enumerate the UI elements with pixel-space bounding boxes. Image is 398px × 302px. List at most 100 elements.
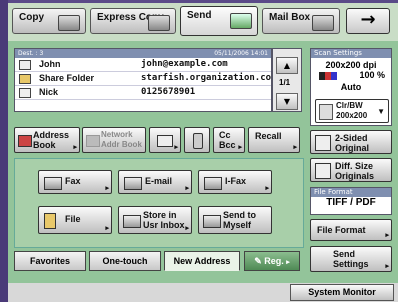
destination-row-nick[interactable]: Nick 0125678901 — [15, 86, 271, 100]
copier-icon — [58, 15, 80, 31]
myself-icon — [203, 215, 221, 228]
destination-row-john[interactable]: John john@example.com — [15, 58, 271, 72]
system-monitor-button[interactable]: System Monitor — [290, 284, 394, 301]
page-icon — [319, 104, 333, 120]
ifax-icon — [204, 177, 222, 190]
copier-ui-screen: Copy Express Copy Send Mail Box → Dest. … — [0, 0, 398, 302]
next-function-button[interactable]: → — [346, 8, 390, 34]
page-indicator: 1/1 — [279, 78, 291, 87]
tab-send-label: Send — [187, 10, 212, 21]
chevron-down-icon: ▼ — [377, 107, 385, 116]
send-to-myself-label: Send to Myself — [223, 210, 256, 230]
diff-size-icon — [315, 163, 331, 179]
destination-name: Share Folder — [39, 73, 95, 83]
more-icon: ▸ — [286, 259, 290, 266]
detail-icon — [157, 135, 173, 147]
color-mode-selector[interactable]: Clr/BW 200x200 ▼ — [315, 99, 389, 123]
tab-mail-box-label: Mail Box — [269, 12, 311, 23]
tab-mail-box[interactable]: Mail Box — [262, 8, 340, 34]
destination-name: Nick — [39, 87, 59, 97]
more-icon: ▸ — [105, 185, 109, 192]
zoom-value: 100 % — [359, 70, 385, 80]
fax-label: Fax — [65, 176, 81, 186]
send-to-myself-button[interactable]: Send to Myself — [198, 206, 272, 234]
file-label: File — [65, 214, 81, 224]
destination-count: Dest. : 3 — [18, 50, 44, 57]
destination-row-share-folder[interactable]: Share Folder starfish.organization.co — [15, 72, 271, 86]
detail-button[interactable]: ▸ — [149, 127, 181, 153]
destination-list: Dest. : 3 05/11/2006 14:01 John john@exa… — [14, 48, 272, 112]
diff-size-label: Diff. Size Originals — [335, 161, 375, 181]
scroll-up-button[interactable]: ▲ — [276, 57, 298, 74]
email-button[interactable]: E-mail ▸ — [118, 170, 192, 194]
tab-express-copy[interactable]: Express Copy — [90, 8, 176, 34]
more-icon: ▸ — [238, 144, 242, 151]
recall-label: Recall — [255, 131, 282, 141]
destination-scroll: ▲ 1/1 ▼ — [272, 48, 302, 112]
tab-send[interactable]: Send — [180, 6, 258, 36]
email-label: E-mail — [145, 176, 173, 186]
file-format-panel: File Format TIFF / PDF — [310, 187, 392, 215]
scroll-down-button[interactable]: ▼ — [276, 93, 298, 110]
diff-size-originals-button[interactable]: Diff. Size Originals — [310, 158, 392, 182]
delete-button[interactable] — [184, 127, 210, 153]
more-icon: ▸ — [385, 263, 389, 270]
more-icon: ▸ — [174, 144, 178, 151]
register-button[interactable]: ✎ Reg. ▸ — [244, 251, 300, 271]
tab-one-touch[interactable]: One-touch — [89, 251, 161, 271]
tab-copy[interactable]: Copy — [12, 8, 86, 34]
file-button[interactable]: File ▸ — [38, 206, 112, 234]
send-settings-button[interactable]: Send Settings ▸ — [310, 246, 392, 272]
book-icon — [18, 135, 32, 147]
file-format-value: TIFF / PDF — [326, 197, 376, 208]
two-sided-original-button[interactable]: 2-Sided Original — [310, 130, 392, 154]
more-icon: ▸ — [265, 185, 269, 192]
store-inbox-button[interactable]: Store in Usr Inbox ▸ — [118, 206, 192, 234]
file-format-button-label: File Format — [317, 225, 366, 235]
cc-bcc-button[interactable]: Cc Bcc ▸ — [213, 127, 245, 153]
send-settings-label: Send Settings — [333, 249, 369, 269]
address-book-label: Address Book — [33, 130, 70, 150]
file-format-button[interactable]: File Format ▸ — [310, 219, 392, 241]
more-icon: ▸ — [185, 225, 189, 232]
network-book-label: Network Addr Book — [101, 130, 142, 149]
network-address-book-button: Network Addr Book — [82, 127, 146, 153]
ifax-label: I-Fax — [225, 176, 247, 186]
tab-copy-label: Copy — [19, 12, 44, 23]
folder-icon — [44, 213, 56, 229]
fax-icon — [19, 88, 31, 98]
copier-icon — [148, 15, 170, 31]
file-format-header: File Format — [311, 188, 391, 197]
destination-list-header: Dest. : 3 05/11/2006 14:01 — [15, 49, 271, 58]
mailbox-icon — [312, 15, 334, 31]
more-icon: ▸ — [73, 144, 77, 151]
color-mode-label: Clr/BW — [336, 101, 363, 110]
date-time: 05/11/2006 14:01 — [214, 50, 268, 57]
folder-icon — [19, 74, 31, 84]
frame-left — [0, 0, 8, 302]
resolution-value: 200x200 dpi — [325, 60, 377, 70]
more-icon: ▸ — [385, 232, 389, 239]
more-icon: ▸ — [105, 225, 109, 232]
fax-icon — [44, 177, 62, 190]
recall-button[interactable]: Recall ▸ — [248, 127, 300, 153]
network-book-icon — [86, 135, 100, 147]
inbox-icon — [123, 215, 141, 228]
frame-top — [0, 0, 398, 3]
ifax-button[interactable]: I-Fax ▸ — [198, 170, 272, 194]
destination-name: John — [39, 59, 61, 69]
color-res-label: 200x200 — [336, 111, 368, 120]
more-icon: ▸ — [185, 185, 189, 192]
trash-icon — [193, 133, 203, 149]
tab-new-address[interactable]: New Address — [164, 251, 240, 271]
email-icon — [19, 60, 31, 70]
fax-button[interactable]: Fax ▸ — [38, 170, 112, 194]
register-label: Reg. — [264, 256, 284, 266]
email-icon — [124, 177, 142, 190]
two-sided-label: 2-Sided Original — [335, 133, 370, 153]
address-book-button[interactable]: Address Book ▸ — [14, 127, 80, 153]
scan-settings-panel: Scan Settings 200x200 dpi 100 % Auto Clr… — [310, 48, 392, 126]
density-value: Auto — [340, 82, 362, 92]
tab-favorites[interactable]: Favorites — [14, 251, 86, 271]
color-bar-icon — [319, 72, 337, 80]
